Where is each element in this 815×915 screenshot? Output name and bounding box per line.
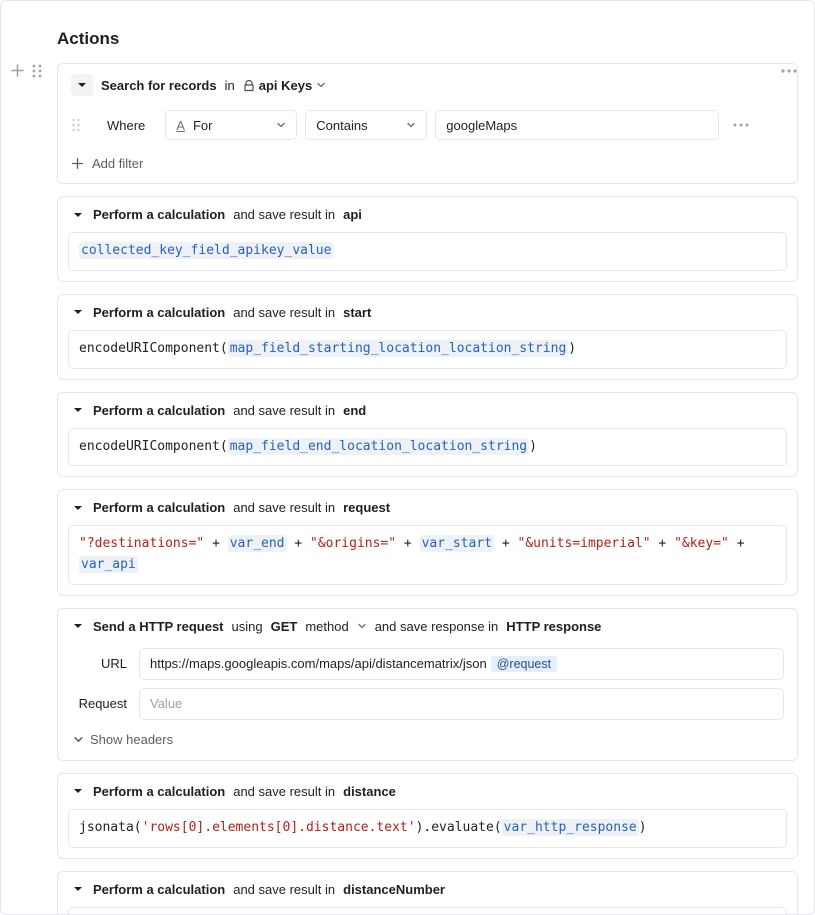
result-var: request <box>343 500 390 515</box>
table-name: api Keys <box>259 78 312 93</box>
code-fn-token: encodeURIComponent <box>79 439 220 454</box>
result-var: api <box>343 207 362 222</box>
http-and-save: and save response in <box>375 619 499 634</box>
collapse-toggle[interactable] <box>71 786 85 796</box>
code-editor[interactable]: "?destinations=" + var_end + "&origins="… <box>68 525 787 585</box>
lock-icon <box>243 79 255 92</box>
operator-select[interactable]: Contains <box>305 110 427 140</box>
code-fn-token: encodeURIComponent <box>79 341 220 356</box>
collapse-toggle[interactable] <box>71 74 93 96</box>
filter-value-input[interactable] <box>435 110 719 140</box>
chevron-down-icon[interactable] <box>357 621 367 631</box>
field-select-value: For <box>193 118 213 133</box>
code-editor[interactable]: parseInt(var_distance.split(" ")[0], 10) <box>68 907 787 915</box>
result-var: start <box>343 305 371 320</box>
section-heading: Actions <box>1 1 814 63</box>
action-card-http: Send a HTTP request using GET method and… <box>57 608 798 761</box>
action-title: Perform a calculation <box>93 784 225 799</box>
code-fn-token: jsonata <box>79 820 134 835</box>
action-title: Perform a calculation <box>93 882 225 897</box>
action-card-calc-distance-number: Perform a calculation and save result in… <box>57 871 798 915</box>
action-title: Send a HTTP request <box>93 619 224 634</box>
code-var-token: var_end <box>228 535 287 552</box>
collapse-toggle[interactable] <box>71 503 85 513</box>
code-str-token: 'rows[0].elements[0].distance.text' <box>142 820 416 835</box>
action-card-calc-start: Perform a calculation and save result in… <box>57 294 798 380</box>
collapse-toggle[interactable] <box>71 307 85 317</box>
code-fn-token: evaluate <box>431 820 494 835</box>
action-title-rest: and save result in <box>233 207 335 222</box>
action-title: Perform a calculation <box>93 500 225 515</box>
code-str-token: "&units=imperial" <box>518 536 651 551</box>
result-var: end <box>343 403 366 418</box>
table-chip[interactable]: api Keys <box>243 78 326 93</box>
code-var-token: map_field_end_location_location_string <box>228 438 529 455</box>
chevron-down-icon <box>316 80 326 90</box>
action-title: Perform a calculation <box>93 207 225 222</box>
action-card-search: Search for records in api Keys Where A F… <box>57 63 798 184</box>
chevron-down-icon <box>73 734 84 745</box>
request-placeholder: Value <box>150 696 182 711</box>
code-var-token: var_http_response <box>502 819 639 836</box>
row-drag-icon[interactable] <box>71 118 81 132</box>
code-var-token: map_field_starting_location_location_str… <box>228 340 569 357</box>
action-card-calc-request: Perform a calculation and save result in… <box>57 489 798 596</box>
http-method: GET <box>271 619 298 634</box>
collapse-toggle[interactable] <box>71 405 85 415</box>
add-action-icon[interactable] <box>10 63 25 78</box>
action-title-rest: and save result in <box>233 882 335 897</box>
action-card-calc-end: Perform a calculation and save result in… <box>57 392 798 478</box>
operator-select-value: Contains <box>316 118 367 133</box>
result-var: distanceNumber <box>343 882 445 897</box>
code-editor[interactable]: jsonata('rows[0].elements[0].distance.te… <box>68 809 787 848</box>
code-str-token: "?destinations=" <box>79 536 204 551</box>
action-title: Search for records <box>101 78 217 93</box>
collapse-toggle[interactable] <box>71 621 85 631</box>
code-var-token: var_start <box>420 535 494 552</box>
plus-icon <box>71 157 84 170</box>
action-title-rest: and save result in <box>233 500 335 515</box>
url-label: URL <box>71 656 127 671</box>
gutter-controls <box>10 63 43 78</box>
action-title-in: in <box>225 78 235 93</box>
field-select[interactable]: A For <box>165 110 297 140</box>
action-title: Perform a calculation <box>93 403 225 418</box>
code-str-token: "&origins=" <box>310 536 396 551</box>
action-title-rest: and save result in <box>233 784 335 799</box>
action-title-rest: and save result in <box>233 305 335 320</box>
show-headers-toggle[interactable]: Show headers <box>71 728 173 747</box>
show-headers-label: Show headers <box>90 732 173 747</box>
code-editor[interactable]: encodeURIComponent(map_field_end_locatio… <box>68 428 787 467</box>
filter-more-icon[interactable] <box>733 123 749 127</box>
action-title-rest: and save result in <box>233 403 335 418</box>
drag-handle-icon[interactable] <box>31 64 43 78</box>
code-editor[interactable]: encodeURIComponent(map_field_starting_lo… <box>68 330 787 369</box>
chevron-down-icon <box>276 120 286 130</box>
result-var: distance <box>343 784 396 799</box>
code-var-token: var_api <box>79 556 138 573</box>
where-label: Where <box>89 118 157 133</box>
add-filter-button[interactable]: Add filter <box>58 150 156 183</box>
url-variable-chip: @request <box>491 656 557 672</box>
code-var-token: collected_key_field_apikey_value <box>79 242 333 259</box>
http-method-word: method <box>305 619 348 634</box>
action-title: Perform a calculation <box>93 305 225 320</box>
request-label: Request <box>71 696 127 711</box>
http-using: using <box>232 619 263 634</box>
code-editor[interactable]: collected_key_field_apikey_value <box>68 232 787 271</box>
add-filter-label: Add filter <box>92 156 143 171</box>
action-card-calc-api: Perform a calculation and save result in… <box>57 196 798 282</box>
request-body-input[interactable]: Value <box>139 688 784 720</box>
code-str-token: "&key=" <box>674 536 729 551</box>
url-input[interactable]: https://maps.googleapis.com/maps/api/dis… <box>139 648 784 680</box>
http-resp-var: HTTP response <box>506 619 601 634</box>
collapse-toggle[interactable] <box>71 884 85 894</box>
url-value-text: https://maps.googleapis.com/maps/api/dis… <box>150 656 487 671</box>
collapse-toggle[interactable] <box>71 210 85 220</box>
text-type-icon: A <box>176 118 185 133</box>
chevron-down-icon <box>406 120 416 130</box>
card-more-icon[interactable] <box>780 63 798 79</box>
action-card-calc-distance: Perform a calculation and save result in… <box>57 773 798 859</box>
